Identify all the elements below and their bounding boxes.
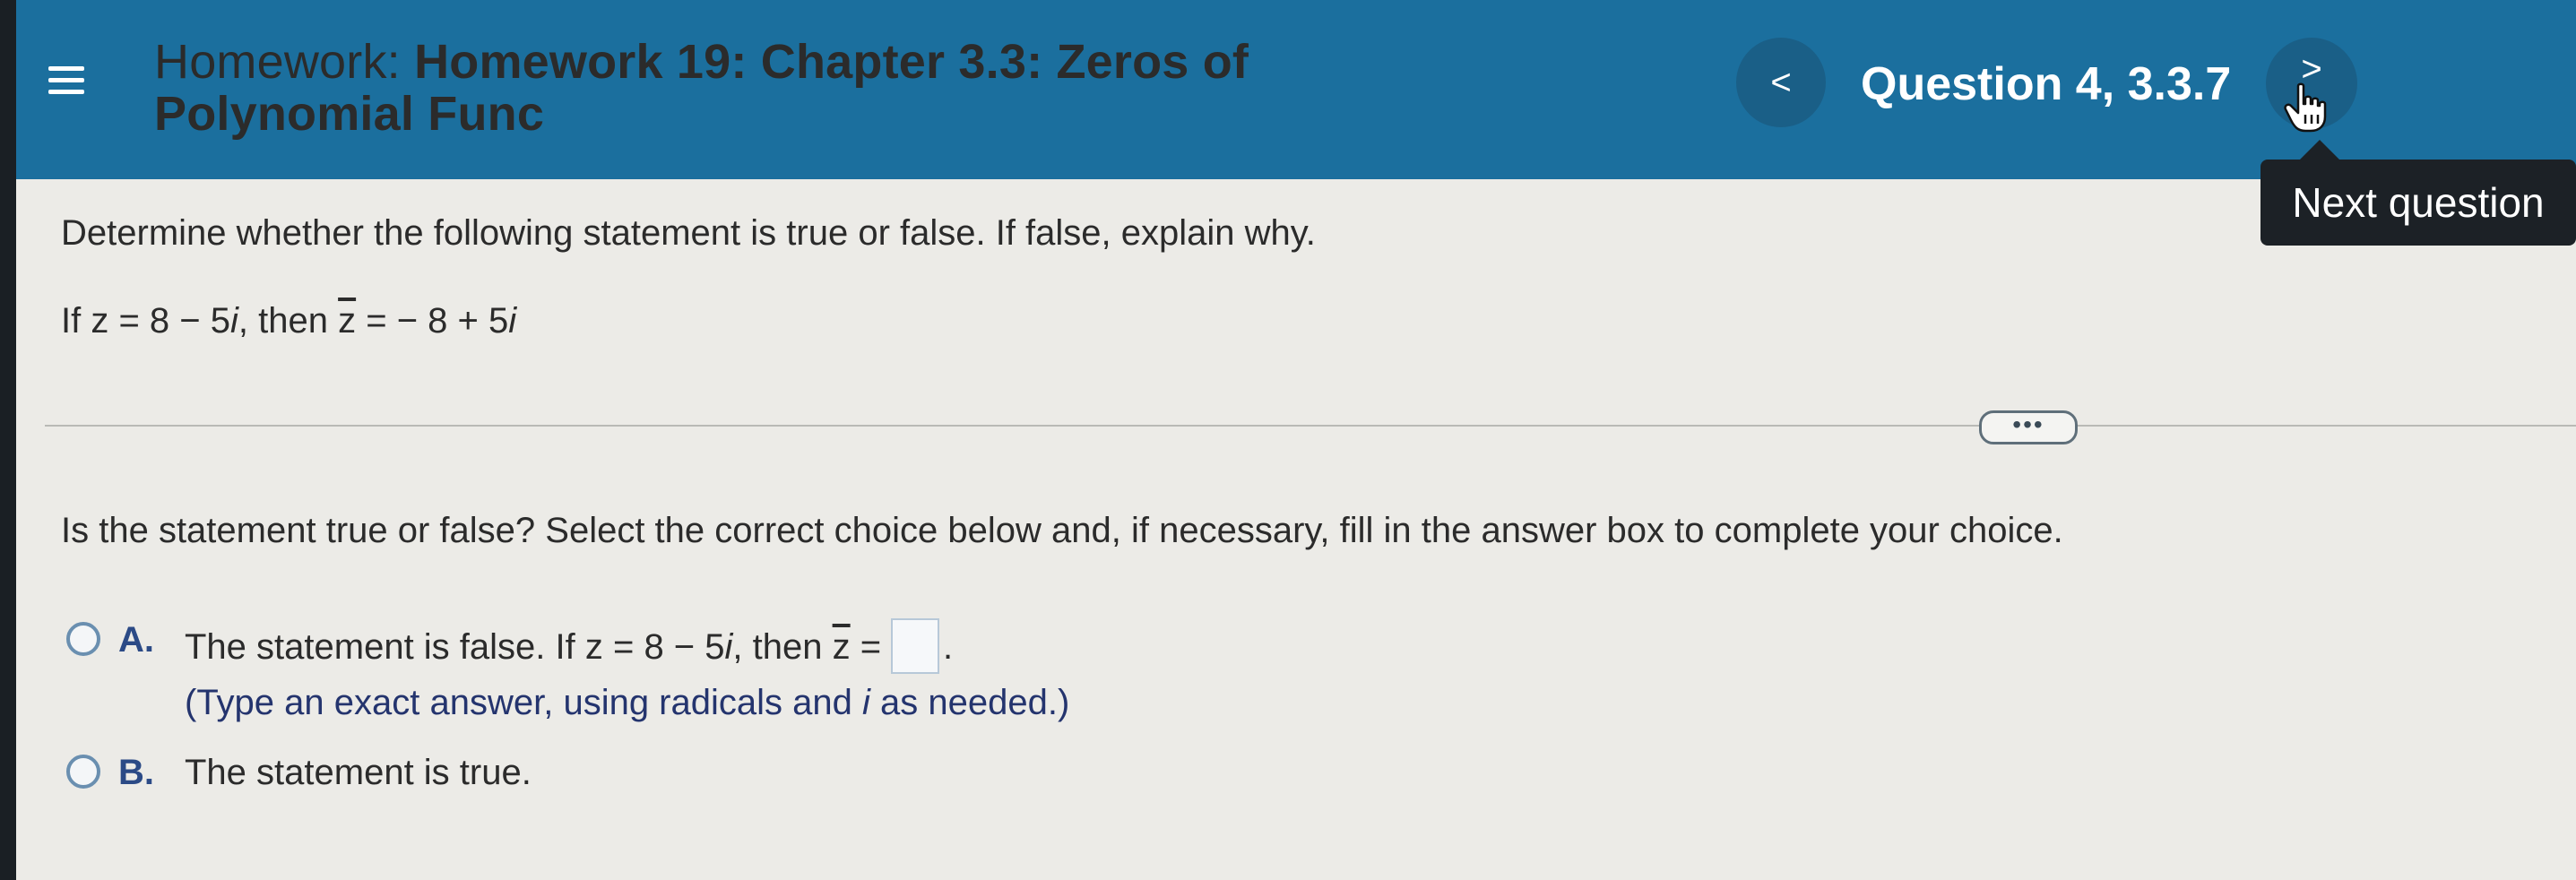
tooltip-arrow	[2298, 140, 2341, 161]
choice-a-text: The statement is false. If z = 8 − 5i, t…	[185, 627, 881, 668]
statement-imag-unit-2: i	[508, 301, 517, 341]
choice-a-period: .	[943, 627, 954, 667]
hint-text-2: as needed.)	[869, 683, 1070, 722]
choice-a-text-1: The statement is false. If z = 8 − 5	[185, 627, 725, 667]
section-divider	[45, 425, 2576, 427]
problem-instruction: Determine whether the following statemen…	[61, 213, 1316, 253]
choice-a-text-2: , then	[732, 627, 833, 667]
previous-question-button[interactable]: <	[1736, 38, 1826, 127]
homework-title-line2: Polynomial Func	[154, 87, 545, 141]
choice-a-hint: (Type an exact answer, using radicals an…	[185, 683, 1069, 723]
statement-text-1: If z = 8 − 5	[61, 301, 231, 341]
choice-a-text-3: =	[850, 627, 882, 667]
menu-icon[interactable]	[36, 52, 95, 108]
more-options-button[interactable]: •••	[1979, 410, 2078, 444]
statement-imag-unit-1: i	[230, 301, 238, 341]
choice-b-radio[interactable]	[66, 755, 100, 789]
statement-conjugate-z: z	[338, 301, 357, 341]
homework-title-name: Homework 19: Chapter 3.3: Zeros of	[414, 35, 1249, 89]
hint-imag-unit: i	[861, 683, 870, 722]
question-prompt: Is the statement true or false? Select t…	[61, 511, 2063, 550]
statement-text-2: , then	[238, 301, 339, 341]
choice-a-letter: A.	[118, 620, 154, 660]
choice-b-text: The statement is true.	[185, 753, 532, 792]
problem-statement: If z = 8 − 5i, then z = − 8 + 5i	[61, 301, 516, 341]
homework-title-prefix: Homework:	[154, 35, 415, 89]
hint-text-1: (Type an exact answer, using radicals an…	[185, 683, 862, 722]
homework-title: Homework: Homework 19: Chapter 3.3: Zero…	[154, 36, 1409, 140]
answer-input-box[interactable]	[891, 618, 939, 674]
choice-a-radio[interactable]	[66, 622, 100, 656]
hand-pointer-icon	[2284, 82, 2327, 133]
choice-b-letter: B.	[118, 753, 154, 792]
question-label: Question 4, 3.3.7	[1861, 58, 2232, 110]
next-question-tooltip: Next question	[2260, 160, 2576, 246]
statement-text-3: = − 8 + 5	[356, 301, 509, 341]
window-edge	[0, 0, 16, 880]
choice-a-conjugate-z: z	[832, 627, 851, 667]
chevron-left-icon: <	[1770, 63, 1792, 102]
